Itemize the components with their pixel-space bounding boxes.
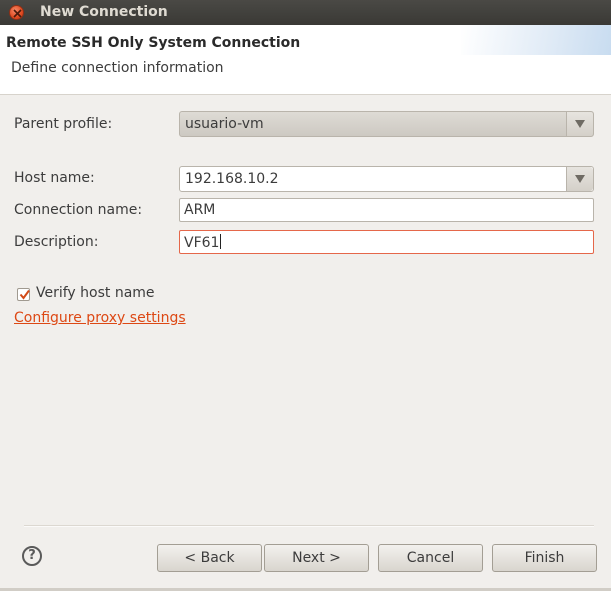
help-icon[interactable]: ? (22, 546, 42, 566)
connection-name-value: ARM (184, 202, 216, 218)
back-button[interactable]: < Back (157, 544, 262, 572)
cancel-button[interactable]: Cancel (378, 544, 483, 572)
connection-name-label: Connection name: (14, 202, 143, 218)
description-value: VF61 (184, 235, 220, 251)
connection-name-field[interactable]: ARM (179, 198, 594, 222)
parent-profile-select[interactable]: usuario-vm (179, 111, 594, 137)
text-caret (220, 234, 222, 249)
parent-profile-value: usuario-vm (185, 116, 264, 132)
verify-host-checkbox[interactable] (17, 288, 30, 301)
close-icon[interactable] (9, 5, 24, 20)
chevron-down-icon[interactable] (566, 112, 593, 136)
host-name-combo[interactable]: 192.168.10.2 (179, 166, 594, 192)
next-button[interactable]: Next > (264, 544, 369, 572)
window-title: New Connection (40, 4, 168, 20)
header-banner-image (461, 25, 611, 55)
verify-host-label[interactable]: Verify host name (36, 285, 155, 301)
host-name-label: Host name: (14, 170, 95, 186)
chevron-down-icon[interactable] (566, 167, 593, 191)
separator-highlight (24, 526, 594, 527)
configure-proxy-link[interactable]: Configure proxy settings (14, 310, 186, 326)
parent-profile-label: Parent profile: (14, 116, 113, 132)
wizard-title: Remote SSH Only System Connection (6, 35, 301, 51)
title-bar: New Connection (0, 0, 611, 25)
description-label: Description: (14, 234, 99, 250)
host-name-value: 192.168.10.2 (185, 171, 279, 187)
wizard-subtitle: Define connection information (11, 60, 224, 76)
finish-button[interactable]: Finish (492, 544, 597, 572)
description-field[interactable]: VF61 (179, 230, 594, 254)
wizard-header: Remote SSH Only System Connection Define… (0, 25, 611, 95)
